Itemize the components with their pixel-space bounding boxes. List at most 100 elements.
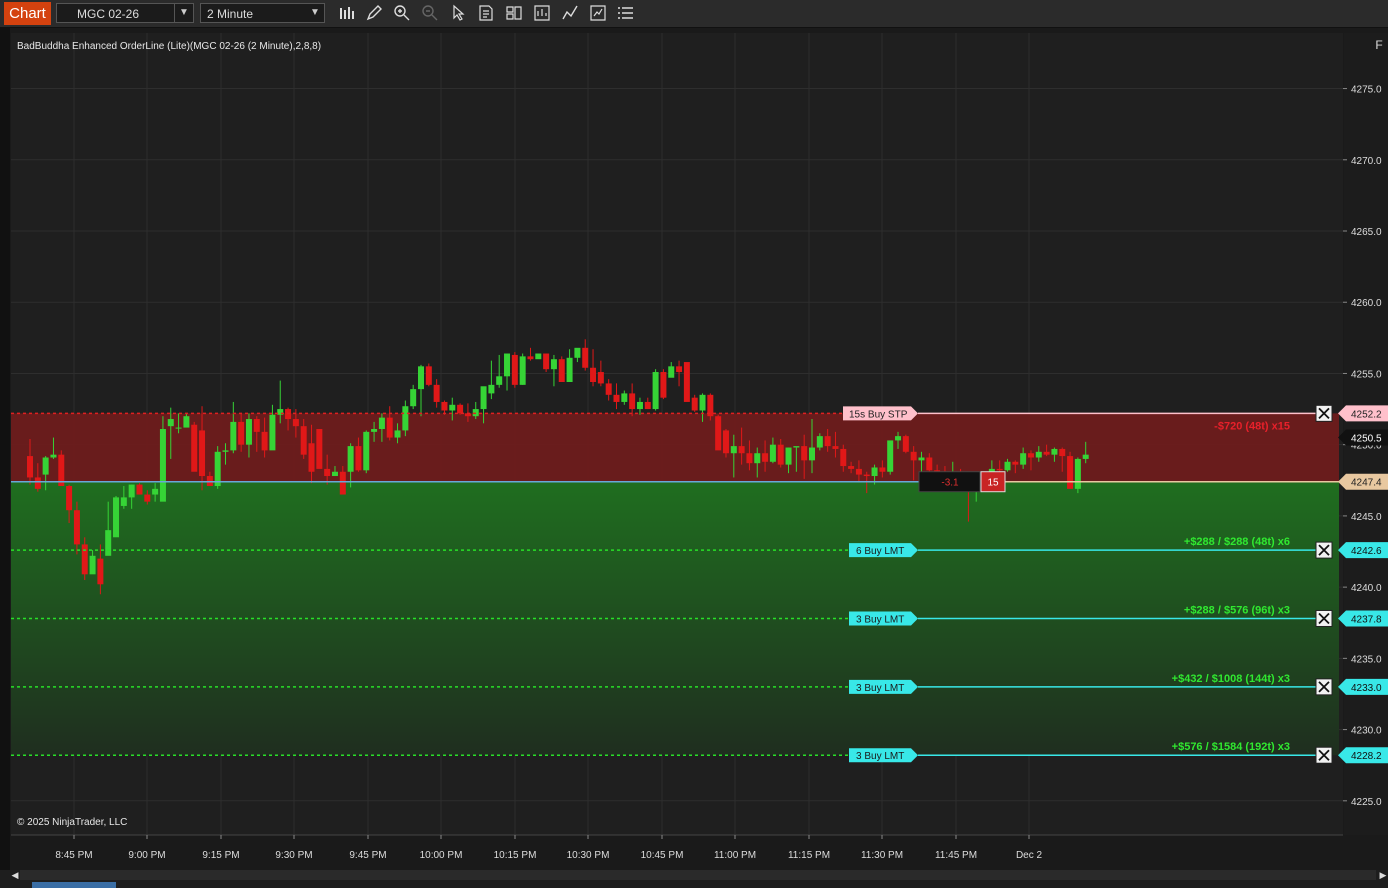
price-tick-label: 4240.0 — [1351, 583, 1382, 594]
candle-body — [504, 353, 511, 377]
candle-body — [777, 444, 784, 465]
time-tick-label: 9:45 PM — [349, 850, 386, 861]
candle-body — [636, 401, 643, 410]
order-zones — [11, 413, 1339, 756]
price-tick-label: 4225.0 — [1351, 797, 1382, 808]
candle-body — [738, 446, 745, 454]
menu-icon[interactable] — [616, 4, 636, 22]
interval-selector[interactable]: 2 Minute ▼ — [200, 3, 325, 23]
candle-body — [331, 471, 338, 477]
target-order-label: 3 Buy LMT — [856, 683, 904, 694]
candle-body — [1035, 451, 1042, 458]
candle-body — [644, 401, 651, 410]
candle-body — [550, 359, 557, 370]
chart-tab[interactable]: Chart — [4, 2, 51, 25]
chart-toolbar: Chart MGC 02-26 ▼ 2 Minute ▼ — [0, 0, 1388, 28]
candle-body — [613, 394, 620, 402]
bars-icon[interactable] — [337, 4, 357, 22]
candle-body — [1051, 448, 1058, 455]
strategies-icon[interactable] — [560, 4, 580, 22]
candle-body — [683, 362, 690, 402]
horizontal-scrollbar[interactable] — [20, 870, 1376, 880]
instrument-selector-value: MGC 02-26 — [77, 7, 140, 21]
snapshot-icon[interactable] — [588, 4, 608, 22]
time-tick-label: 11:30 PM — [861, 850, 903, 861]
time-tick-label: 9:00 PM — [128, 850, 165, 861]
data-box-icon[interactable] — [476, 4, 496, 22]
scroll-left-icon[interactable]: ◀ — [10, 869, 20, 881]
stop-loss-zone — [11, 413, 1339, 482]
candle-body — [1012, 461, 1019, 465]
candle-body — [527, 356, 534, 360]
time-tick-label: Dec 2 — [1016, 850, 1043, 861]
candle-body — [871, 467, 878, 477]
target-price-marker: 4242.6 — [1351, 546, 1382, 557]
candle-body — [785, 447, 792, 465]
candle-body — [926, 457, 933, 471]
time-tick-label: 11:00 PM — [714, 850, 756, 861]
candle-body — [1074, 458, 1081, 489]
candle-body — [895, 436, 902, 441]
interval-selector-value: 2 Minute — [207, 7, 254, 21]
candle-body — [128, 484, 135, 498]
indicators-icon[interactable] — [532, 4, 552, 22]
price-tick-label: 4275.0 — [1351, 85, 1382, 96]
candle-body — [222, 450, 229, 452]
time-axis: 8:45 PM 9:00 PM 9:15 PM 9:30 PM 9:45 PM 10:00… — [11, 834, 1343, 861]
time-tick-label: 11:45 PM — [935, 850, 977, 861]
cursor-icon[interactable] — [448, 4, 468, 22]
candle-body — [378, 417, 385, 430]
candle-body — [676, 366, 683, 373]
candle-body — [97, 558, 104, 585]
candle-body — [762, 453, 769, 462]
candle-body — [144, 494, 151, 502]
chevron-down-icon[interactable]: ▼ — [174, 4, 193, 22]
candle-body — [1059, 448, 1066, 457]
zoom-in-icon[interactable] — [392, 4, 412, 22]
candle-body — [574, 347, 581, 358]
entry-qty-text: 15 — [987, 478, 999, 489]
candle-body — [89, 555, 96, 575]
time-tick-label: 10:30 PM — [567, 850, 610, 861]
target-price-marker: 4233.0 — [1351, 683, 1382, 694]
pencil-icon[interactable] — [364, 4, 384, 22]
candle-body — [1020, 453, 1027, 465]
candle-body — [809, 447, 815, 461]
candle-body — [699, 394, 706, 411]
candle-body — [269, 414, 276, 451]
candle-body — [855, 468, 862, 475]
candle-body — [363, 431, 370, 471]
candle-body — [386, 417, 393, 438]
copyright-text: © 2025 NinjaTrader, LLC — [17, 817, 127, 828]
instrument-selector[interactable]: MGC 02-26 ▼ — [56, 3, 194, 23]
candle-body — [730, 446, 737, 454]
scroll-right-icon[interactable]: ▶ — [1378, 869, 1388, 881]
chart-tab-strip[interactable] — [32, 882, 116, 888]
candle-body — [887, 440, 894, 472]
target-pnl-text: +$288 / $288 (48t) x6 — [1184, 536, 1290, 548]
candle-body — [488, 384, 495, 394]
candle-body — [1004, 461, 1011, 471]
candle-body — [113, 497, 120, 538]
chart-canvas[interactable]: 15s Buy STP -$720 (48t) x15 -3.1 15 6 Buy LM… — [0, 28, 1388, 870]
candle-body — [152, 488, 159, 495]
zoom-out-icon[interactable] — [420, 4, 440, 22]
candle-body — [879, 467, 886, 472]
candle-body — [769, 444, 776, 462]
candle-body — [120, 497, 127, 506]
candle-body — [316, 429, 323, 469]
time-tick-label: 8:45 PM — [55, 850, 92, 861]
chevron-down-icon[interactable]: ▼ — [306, 4, 324, 22]
properties-icon[interactable] — [504, 4, 524, 22]
candle-body — [425, 366, 432, 385]
candle-body — [261, 431, 268, 451]
f-button[interactable]: F — [1370, 36, 1388, 54]
candle-body — [543, 353, 550, 370]
candle-body — [136, 484, 143, 495]
candle-body — [652, 372, 659, 410]
candle-body — [605, 383, 612, 395]
candle-body — [566, 357, 573, 383]
target-order-label: 3 Buy LMT — [856, 614, 904, 625]
candle-body — [402, 406, 409, 431]
price-tick-label: 4255.0 — [1351, 369, 1382, 380]
